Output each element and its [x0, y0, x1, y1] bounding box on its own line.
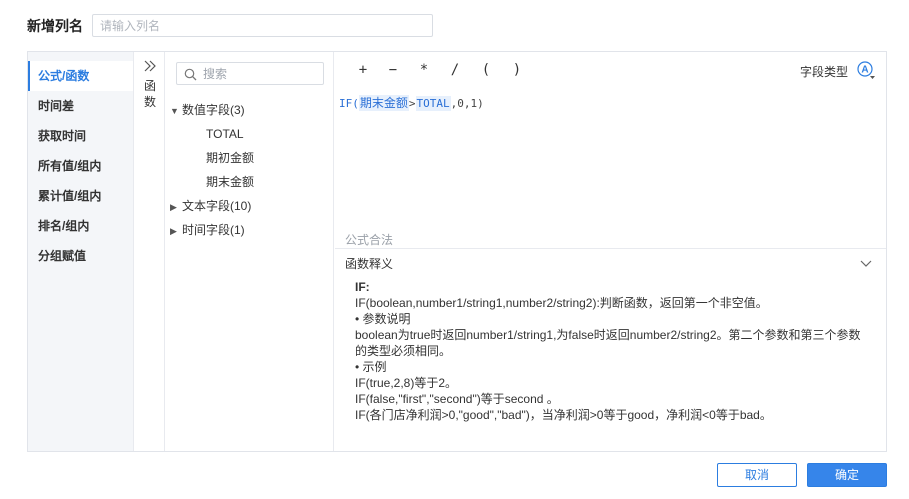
function-explanation-panel: 函数释义 IF: IF(boolean,number1/string1,numb…: [335, 248, 886, 451]
field-item-total[interactable]: TOTAL: [170, 122, 330, 146]
tree-group-text[interactable]: ▶ 文本字段(10): [170, 194, 330, 218]
tree-group-label: 文本字段(10): [182, 199, 252, 213]
operator-toolbar: + − * / ( ) 字段类型 A: [335, 52, 886, 88]
nav-item-formula[interactable]: 公式/函数: [28, 61, 133, 91]
explanation-line: • 示例: [355, 360, 387, 374]
formula-editor-panel: 公式/函数 时间差 获取时间 所有值/组内 累计值/组内 排名/组内 分组赋值 …: [27, 51, 887, 452]
field-list-panel: ▼数值字段(3) TOTAL 期初金额 期末金额 ▶ 文本字段(10) ▶ 时间字段…: [166, 52, 334, 451]
text-type-icon[interactable]: A: [856, 60, 876, 80]
field-item-opening-amount[interactable]: 期初金额: [170, 146, 330, 170]
explanation-line: boolean为true时返回number1/string1,为false时返回…: [355, 328, 861, 342]
explanation-line: IF:: [355, 280, 370, 294]
tree-group-numeric[interactable]: ▼ 数值字段(3): [170, 98, 330, 122]
search-icon: [184, 68, 197, 81]
explanation-header: 函数释义: [345, 257, 394, 271]
nav-item-cumulative[interactable]: 累计值/组内: [28, 181, 133, 211]
nav-item-time-diff[interactable]: 时间差: [28, 91, 133, 121]
cancel-button[interactable]: 取消: [717, 463, 797, 487]
chevron-down-icon[interactable]: [860, 257, 872, 269]
field-tree: ▼ 数值字段(3) TOTAL 期初金额 期末金额 ▶ 文本字段(10) ▶ 时间字段…: [170, 98, 330, 242]
field-item-closing-amount[interactable]: 期末金额: [170, 170, 330, 194]
column-name-input[interactable]: [92, 14, 433, 37]
tree-group-time[interactable]: ▶ 时间字段(1): [170, 218, 330, 242]
tree-group-label: 数值字段(3): [182, 103, 245, 117]
divide-operator-button[interactable]: /: [444, 60, 466, 80]
explanation-line: 的类型必须相同。: [355, 344, 452, 358]
field-search: [176, 62, 324, 85]
explanation-line: IF(boolean,number1/string1,number2/strin…: [355, 296, 768, 310]
function-category-nav: 公式/函数 时间差 获取时间 所有值/组内 累计值/组内 排名/组内 分组赋值: [28, 52, 134, 451]
plus-operator-button[interactable]: +: [352, 60, 374, 80]
function-toggle-label[interactable]: 函数: [143, 78, 157, 110]
explanation-line: • 参数说明: [355, 312, 411, 326]
function-collapse-column: 函数: [135, 52, 165, 451]
nav-item-get-time[interactable]: 获取时间: [28, 121, 133, 151]
caret-right-icon: ▶: [170, 226, 177, 236]
field-type-label: 字段类型: [799, 65, 848, 79]
ok-button[interactable]: 确定: [807, 463, 887, 487]
explanation-line: IF(各门店净利润>0,"good","bad")，当净利润>0等于good，净…: [355, 408, 772, 422]
caret-right-icon: ▶: [170, 202, 177, 212]
nav-item-group-assign[interactable]: 分组赋值: [28, 241, 133, 271]
svg-text:A: A: [861, 65, 868, 76]
field-search-input[interactable]: [203, 65, 318, 82]
formula-operator: >: [408, 97, 416, 110]
minus-operator-button[interactable]: −: [382, 60, 404, 80]
explanation-line: IF(true,2,8)等于2。: [355, 376, 458, 390]
explanation-body: IF: IF(boolean,number1/string1,number2/s…: [355, 279, 875, 423]
formula-function: IF(: [339, 97, 359, 110]
nav-item-all-values[interactable]: 所有值/组内: [28, 151, 133, 181]
dialog-title: 新增列名: [27, 18, 83, 34]
tree-group-label: 时间字段(1): [182, 223, 245, 237]
explanation-line: IF(false,"first","second")等于second 。: [355, 392, 559, 406]
double-chevron-right-icon[interactable]: [143, 59, 157, 73]
nav-item-ranking[interactable]: 排名/组内: [28, 211, 133, 241]
formula-input-area[interactable]: IF(期末金额>TOTAL,0,1): [335, 90, 886, 248]
formula-editor: + − * / ( ) 字段类型 A IF(期末金额>TOTAL,0,1) 公式…: [335, 52, 886, 451]
formula-field-token[interactable]: 期末金额: [358, 95, 409, 111]
formula-args: ,0,1): [450, 97, 484, 110]
close-paren-button[interactable]: ): [506, 60, 528, 80]
formula-field-token[interactable]: TOTAL: [415, 96, 451, 111]
open-paren-button[interactable]: (: [475, 60, 497, 80]
multiply-operator-button[interactable]: *: [413, 60, 435, 80]
caret-down-icon: ▼: [170, 106, 179, 116]
formula-validity-status: 公式合法: [345, 233, 394, 247]
add-column-dialog: 新增列名 公式/函数 时间差 获取时间 所有值/组内 累计值/组内 排名/组内 …: [0, 0, 909, 499]
